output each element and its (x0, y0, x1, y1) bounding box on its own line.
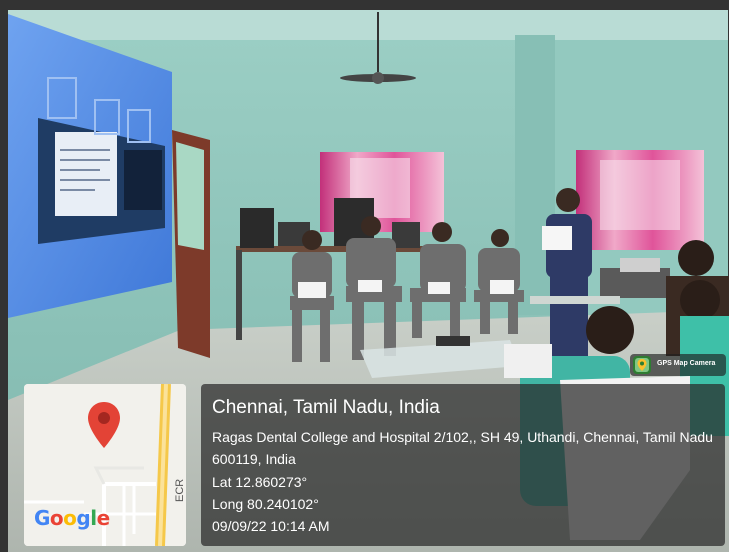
timestamp-text: 09/09/22 10:14 AM (212, 518, 330, 534)
photo-frame: Google ECR GPS Map Camera Chennai, Tamil… (0, 0, 729, 552)
location-info-panel: Chennai, Tamil Nadu, India Ragas Dental … (201, 384, 725, 546)
gps-map-camera-badge: GPS Map Camera (630, 354, 726, 376)
longitude-text: Long 80.240102° (212, 496, 319, 512)
computer-tower (240, 208, 274, 248)
google-logo: Google (34, 506, 110, 530)
gps-map-camera-icon (633, 356, 651, 374)
location-title: Chennai, Tamil Nadu, India (212, 397, 440, 418)
map-thumbnail[interactable]: Google ECR (24, 384, 186, 546)
location-address: Ragas Dental College and Hospital 2/102,… (212, 429, 713, 467)
latitude-text: Lat 12.860273° (212, 474, 308, 490)
map-road-label: ECR (174, 478, 186, 502)
badge-label: GPS Map Camera (657, 360, 716, 367)
map-pin-icon (88, 402, 120, 448)
